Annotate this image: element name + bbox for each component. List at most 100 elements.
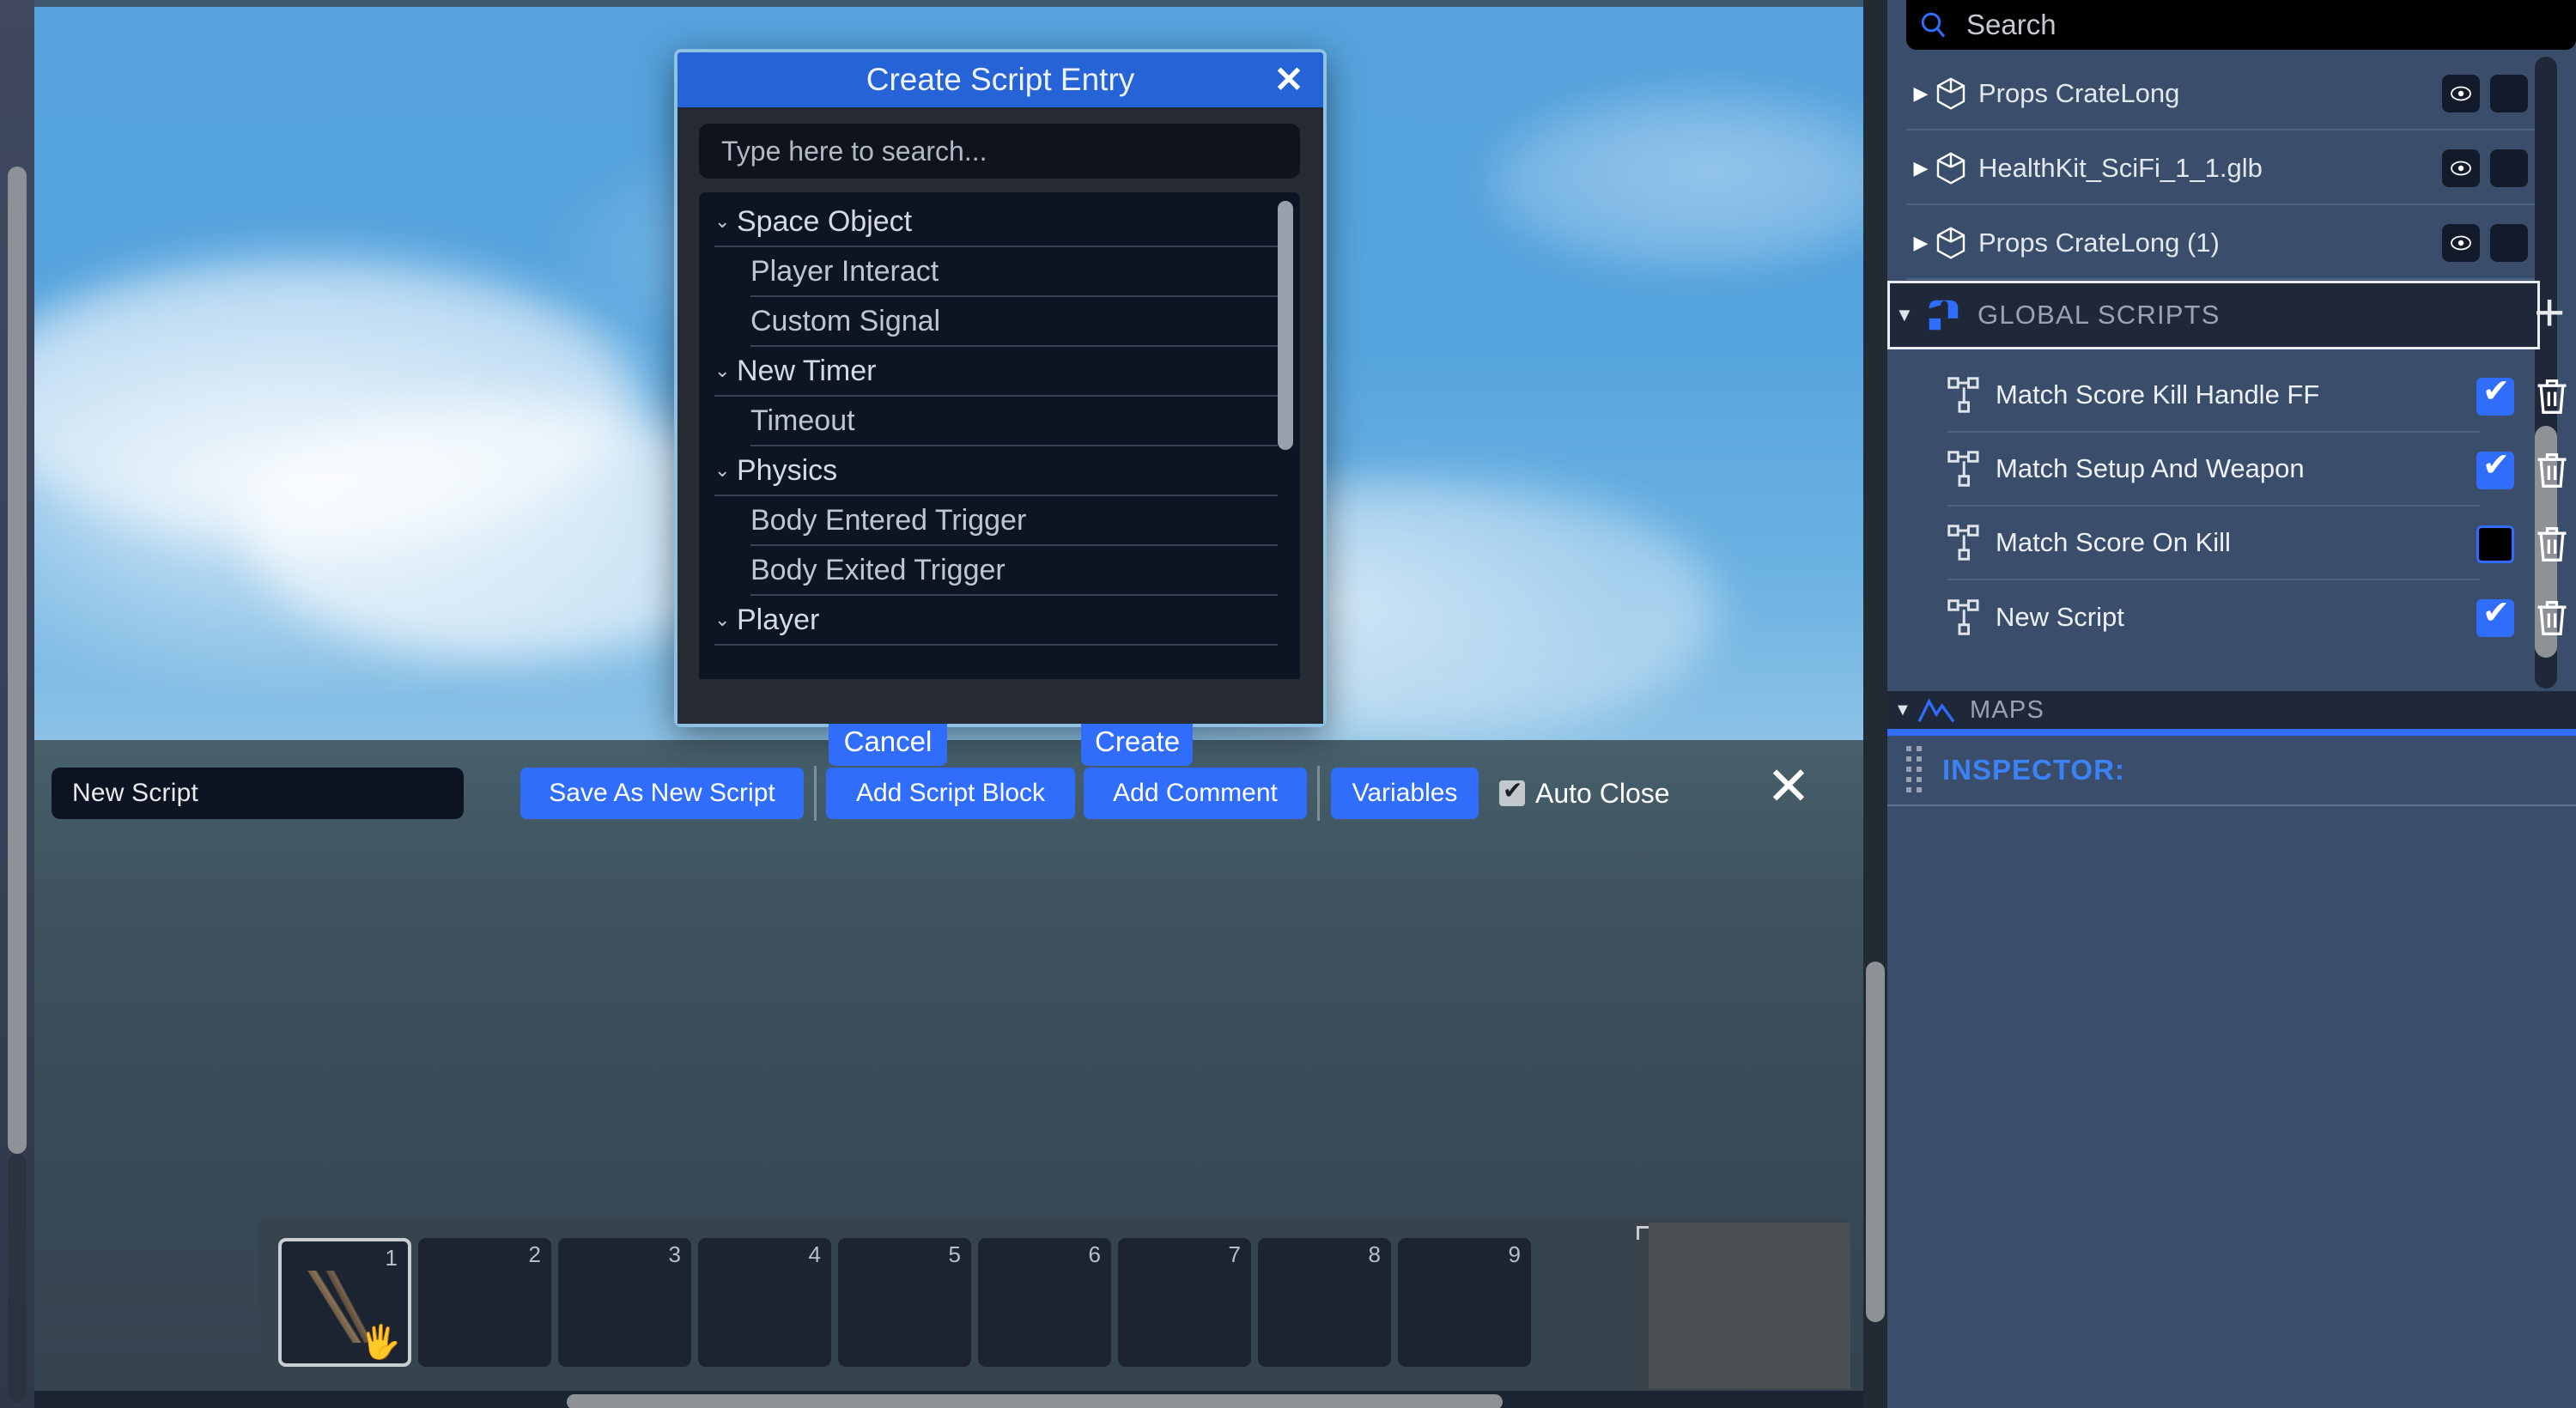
eye-icon[interactable] (2442, 224, 2480, 262)
hierarchy-row-props-cratelong[interactable]: ▶ Props CrateLong (1906, 58, 2552, 130)
list-category-label: New Timer (737, 354, 877, 387)
list-category-label: Space Object (737, 204, 913, 238)
script-row[interactable]: Match Score Kill Handle FF (1947, 359, 2480, 433)
script-editor-toolbar: New Script Save As New Script Add Script… (34, 740, 1863, 834)
create-button[interactable]: Create (1081, 718, 1193, 766)
hotbar: 1 🖐 2 3 4 5 6 7 8 9 (258, 1217, 1850, 1389)
search-input[interactable]: Search (1966, 9, 2057, 41)
visibility-toggle-button[interactable] (2490, 224, 2528, 262)
plus-icon[interactable]: + (2534, 283, 2565, 343)
hierarchy-row-actions (2442, 224, 2528, 262)
list-category[interactable]: ⌄ New Timer (714, 347, 1285, 397)
left-scrollbar-lower-track[interactable] (8, 1154, 27, 1403)
hotbar-slot-number: 3 (668, 1241, 681, 1267)
left-scrollbar-thumb[interactable] (8, 167, 27, 1154)
hotbar-slot[interactable]: 4 (698, 1238, 831, 1367)
hotbar-slot-number: 9 (1508, 1241, 1521, 1267)
search-bar[interactable]: Search (1906, 0, 2576, 50)
script-name-input[interactable]: New Script (52, 768, 464, 819)
trash-icon[interactable] (2533, 598, 2571, 639)
maps-section-header[interactable]: ▼ MAPS (1887, 691, 2576, 729)
toolbar-separator-2 (1317, 766, 1320, 821)
script-entry-list[interactable]: ⌄ Space Object Player Interact Custom Si… (699, 192, 1300, 689)
hierarchy-row-props-cratelong-1[interactable]: ▶ Props CrateLong (1) (1906, 208, 2552, 280)
hotbar-slot[interactable]: 3 (558, 1238, 691, 1367)
inspector-section-header[interactable]: INSPECTOR: (1887, 736, 2576, 804)
trash-icon[interactable] (2533, 524, 2571, 565)
script-enabled-checkbox[interactable] (2476, 525, 2514, 563)
list-item[interactable]: Body Exited Trigger (750, 546, 1285, 596)
left-vertical-scrollbar[interactable] (0, 0, 34, 1408)
script-row[interactable]: Match Score On Kill (1947, 507, 2480, 580)
visibility-toggle-button[interactable] (2490, 75, 2528, 112)
script-flag-icon (1929, 300, 1959, 331)
close-icon[interactable]: ✕ (1270, 61, 1308, 99)
visibility-toggle-button[interactable] (2490, 149, 2528, 187)
list-category[interactable]: ⌄ Physics (714, 446, 1285, 496)
maps-label: MAPS (1970, 695, 2044, 724)
hotbar-slot[interactable]: 8 (1258, 1238, 1391, 1367)
global-scripts-label: GLOBAL SCRIPTS (1978, 300, 2221, 330)
list-item[interactable]: Player Interact (750, 247, 1285, 297)
hotbar-slot-number: 8 (1368, 1241, 1381, 1267)
hotbar-side-panel[interactable] (1649, 1223, 1850, 1389)
script-row[interactable]: Match Setup And Weapon (1947, 433, 2480, 507)
eye-icon[interactable] (2442, 75, 2480, 112)
script-enabled-checkbox[interactable] (2476, 446, 2514, 489)
hierarchy-row-actions (2442, 75, 2528, 112)
chevron-down-icon[interactable]: ⌄ (714, 210, 737, 233)
script-enabled-checkbox[interactable] (2476, 593, 2514, 637)
script-label: Match Setup And Weapon (1996, 453, 2305, 483)
hotbar-slot[interactable]: 5 (838, 1238, 971, 1367)
dialog-search-input[interactable]: Type here to search... (699, 124, 1300, 179)
variables-button[interactable]: Variables (1331, 768, 1479, 819)
add-comment-button[interactable]: Add Comment (1084, 768, 1307, 819)
auto-close-checkbox[interactable] (1499, 776, 1525, 806)
hotbar-slot[interactable]: 6 (978, 1238, 1111, 1367)
hierarchy-label: Props CrateLong (1978, 78, 2180, 108)
list-category[interactable]: ⌄ Space Object (714, 197, 1285, 247)
auto-close-toggle[interactable]: Auto Close (1499, 768, 1670, 819)
create-script-entry-dialog: Create Script Entry ✕ Type here to searc… (674, 49, 1327, 766)
inspector-divider (1887, 804, 2576, 806)
chevron-right-icon[interactable]: ▶ (1906, 157, 1935, 179)
close-icon[interactable]: ✕ (1766, 761, 1811, 814)
list-category[interactable]: ⌄ Player (714, 596, 1285, 646)
script-enabled-checkbox[interactable] (2476, 372, 2514, 416)
dialog-footer (677, 679, 1323, 724)
save-as-new-script-button[interactable]: Save As New Script (520, 768, 804, 819)
caret-down-icon[interactable]: ▼ (1894, 701, 1917, 720)
hotbar-slot[interactable]: 1 🖐 (278, 1238, 411, 1367)
script-row[interactable]: New Script (1947, 580, 2480, 654)
list-scrollbar-thumb[interactable] (1278, 201, 1293, 450)
hotbar-slot[interactable]: 2 (418, 1238, 551, 1367)
list-item-label: Timeout (750, 404, 855, 437)
trash-icon[interactable] (2533, 376, 2571, 417)
global-scripts-section-header[interactable]: ▼ GLOBAL SCRIPTS (1887, 281, 2540, 349)
chevron-down-icon[interactable]: ⌄ (714, 360, 737, 382)
cancel-button[interactable]: Cancel (829, 718, 947, 766)
hotbar-slot[interactable]: 7 (1118, 1238, 1251, 1367)
chevron-down-icon[interactable]: ⌄ (714, 609, 737, 631)
list-item-label: Body Entered Trigger (750, 503, 1027, 537)
search-icon[interactable] (1918, 9, 1949, 40)
list-item[interactable]: Body Entered Trigger (750, 496, 1285, 546)
eye-icon[interactable] (2442, 149, 2480, 187)
hierarchy-label: HealthKit_SciFi_1_1.glb (1978, 153, 2263, 183)
panel-divider-scrollbar-thumb[interactable] (1866, 962, 1885, 1322)
add-script-block-button[interactable]: Add Script Block (826, 768, 1075, 819)
list-item[interactable]: Custom Signal (750, 297, 1285, 347)
node-graph-icon (1947, 525, 1979, 561)
hotbar-slot[interactable]: 9 (1398, 1238, 1531, 1367)
list-item[interactable]: Timeout (750, 397, 1285, 446)
trash-icon[interactable] (2533, 450, 2571, 491)
grip-dots-icon[interactable] (1906, 746, 1923, 794)
chevron-right-icon[interactable]: ▶ (1906, 82, 1935, 105)
caret-down-icon[interactable]: ▼ (1895, 304, 1919, 326)
chevron-down-icon[interactable]: ⌄ (714, 459, 737, 482)
hierarchy-row-actions (2442, 149, 2528, 187)
hierarchy-row-healthkit[interactable]: ▶ HealthKit_SciFi_1_1.glb (1906, 133, 2552, 205)
bottom-scrollbar-thumb[interactable] (567, 1394, 1503, 1408)
chevron-right-icon[interactable]: ▶ (1906, 232, 1935, 254)
viewport-top-strip (34, 0, 1863, 7)
